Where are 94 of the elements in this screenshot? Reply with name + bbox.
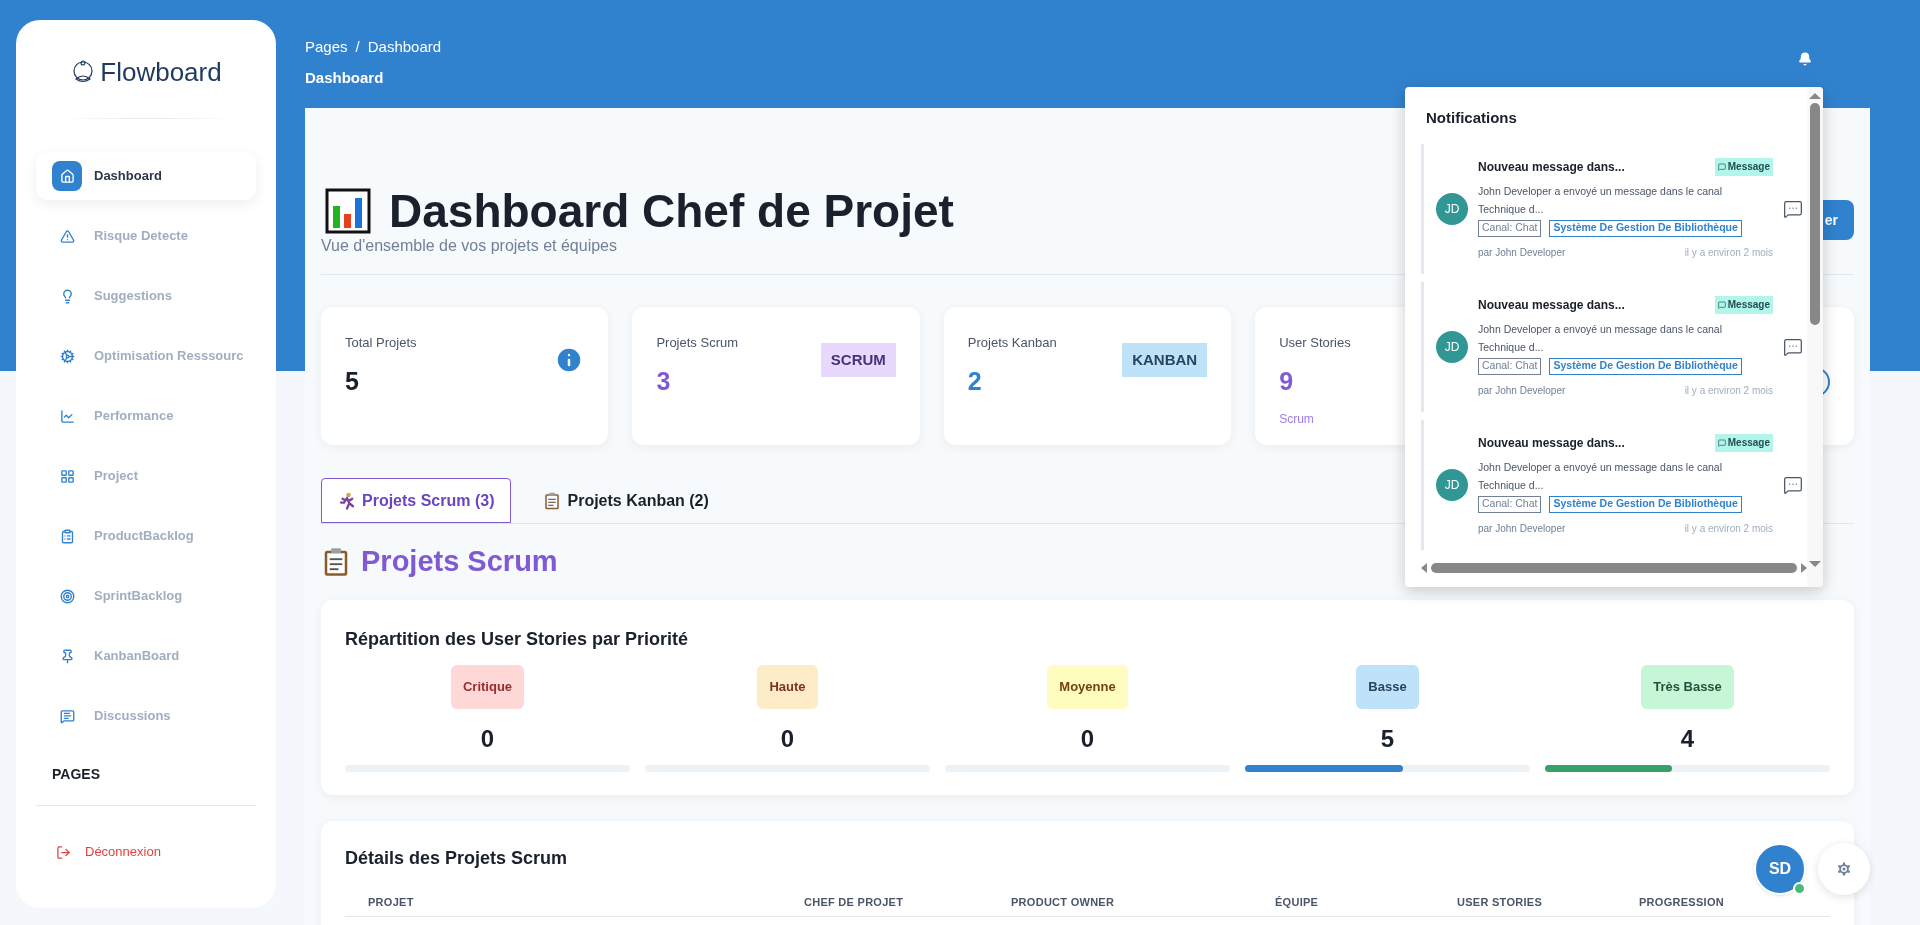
notification-author: par John Developer — [1478, 245, 1566, 260]
stat-value: 5 — [345, 365, 360, 397]
notification-body: John Developer a envoyé un message dans le canal Technique d... — [1478, 183, 1723, 217]
grid-icon — [59, 468, 75, 484]
logo-text: Flowboard — [100, 55, 222, 89]
notification-body: John Developer a envoyé un message dans le canal Technique d... — [1478, 459, 1723, 493]
logout-icon — [56, 844, 71, 860]
priority-count: 0 — [480, 723, 495, 754]
priority-chip: Moyenne — [1047, 664, 1128, 709]
sender-avatar: JD — [1436, 468, 1468, 501]
column-header: USER STORIES — [1457, 894, 1542, 910]
priority-chip: Critique — [450, 664, 525, 709]
sender-avatar: JD — [1436, 192, 1468, 225]
create-button[interactable]: er — [1822, 200, 1854, 240]
chat-icon — [1783, 336, 1803, 357]
section-heading: Projets Scrum — [361, 544, 558, 579]
type-badge: Message — [1714, 295, 1773, 314]
stat-note: Scrum — [1279, 411, 1315, 428]
chat-icon — [1783, 474, 1803, 495]
chat-icon — [59, 708, 75, 724]
nav-item[interactable]: SprintBacklog — [36, 572, 256, 620]
nav-item[interactable]: Suggestions — [36, 272, 256, 320]
tab[interactable]: Projets Kanban (2) — [527, 478, 725, 523]
notification-title: Nouveau message dans... — [1478, 296, 1625, 314]
tag: Canal: Chat — [1478, 219, 1542, 237]
priority-count: 4 — [1680, 723, 1695, 754]
gear-icon — [1835, 860, 1853, 878]
notification-author: par John Developer — [1478, 383, 1566, 398]
stat-label: Total Projets — [345, 334, 417, 352]
nav-item[interactable]: Project — [36, 452, 256, 500]
priority-count: 5 — [1380, 723, 1395, 754]
nav-item[interactable]: Performance — [36, 392, 256, 440]
pin-icon — [59, 648, 75, 664]
runner-icon — [338, 491, 356, 510]
notification-title: Nouveau message dans... — [1478, 434, 1625, 452]
card-title: Répartition des User Stories par Priorité — [345, 627, 689, 651]
card-title: Détails des Projets Scrum — [345, 846, 568, 870]
bar-chart-icon — [325, 188, 371, 234]
tab[interactable]: Projets Scrum (3) — [321, 478, 512, 523]
stat-label: User Stories — [1279, 334, 1351, 352]
column-header: ÉQUIPE — [1275, 894, 1319, 910]
logout-link[interactable]: Déconnexion — [36, 832, 256, 872]
clipboard-icon — [59, 528, 75, 544]
tag: Système De Gestion De Bibliothèque — [1549, 495, 1742, 513]
priority-chip: Haute — [757, 664, 818, 709]
notification-author: par John Developer — [1478, 521, 1566, 536]
method-badge: KANBAN — [1122, 343, 1208, 377]
nav-item[interactable]: Discussions — [36, 692, 256, 740]
tag: Canal: Chat — [1478, 357, 1542, 375]
notification-time: il y a environ 2 mois — [1684, 521, 1773, 536]
priority-count: 0 — [780, 723, 795, 754]
panel-title: Notifications — [1426, 108, 1518, 128]
column-header: PROJET — [368, 894, 414, 910]
breadcrumb-link[interactable]: Pages — [305, 36, 348, 59]
column-header: PROGRESSION — [1639, 894, 1724, 910]
tag: Système De Gestion De Bibliothèque — [1549, 357, 1742, 375]
nav-item[interactable]: Risque Detecte — [36, 212, 256, 260]
tag: Système De Gestion De Bibliothèque — [1549, 219, 1742, 237]
priority-chip: Basse — [1356, 664, 1419, 709]
priority-count: 0 — [1080, 723, 1095, 754]
column-header: PRODUCT OWNER — [1011, 894, 1115, 910]
column-header: CHEF DE PROJET — [804, 894, 904, 910]
notification-title: Nouveau message dans... — [1478, 158, 1625, 176]
breadcrumb-separator: / — [355, 37, 360, 57]
type-badge: Message — [1714, 433, 1773, 452]
notification-time: il y a environ 2 mois — [1684, 245, 1773, 260]
gears-icon — [59, 348, 75, 364]
warning-icon — [59, 228, 75, 244]
chat-icon — [1783, 198, 1803, 219]
home-icon — [52, 161, 82, 191]
notification-time: il y a environ 2 mois — [1684, 383, 1773, 398]
clipboard-icon — [543, 491, 562, 510]
type-badge: Message — [1714, 157, 1773, 176]
notification-body: John Developer a envoyé un message dans le canal Technique d... — [1478, 321, 1723, 355]
stat-label: Projets Kanban — [967, 334, 1057, 352]
stat-value: 9 — [1279, 365, 1295, 397]
section-label: PAGES — [51, 765, 101, 784]
page-title: Dashboard — [305, 67, 385, 88]
dashboard-subtitle: Vue d'ensemble de vos projets et équipes — [321, 236, 617, 256]
stat-value: 3 — [656, 365, 672, 397]
target-icon — [59, 588, 75, 604]
breadcrumb-current: Dashboard — [367, 37, 442, 57]
stat-label: Projets Scrum — [656, 334, 739, 352]
notification-bell[interactable] — [1798, 50, 1812, 68]
priority-chip: Très Basse — [1641, 664, 1734, 709]
nav-item[interactable]: Optimisation Resssourc — [36, 332, 256, 380]
nav-item[interactable]: Dashboard — [36, 152, 256, 200]
chart-line-icon — [59, 408, 75, 424]
nav-item[interactable]: ProductBacklog — [36, 512, 256, 560]
tag: Canal: Chat — [1478, 495, 1542, 513]
stat-value: 2 — [967, 365, 983, 397]
sender-avatar: JD — [1436, 330, 1468, 363]
nav-item[interactable]: KanbanBoard — [36, 632, 256, 680]
method-badge: SCRUM — [820, 343, 896, 377]
